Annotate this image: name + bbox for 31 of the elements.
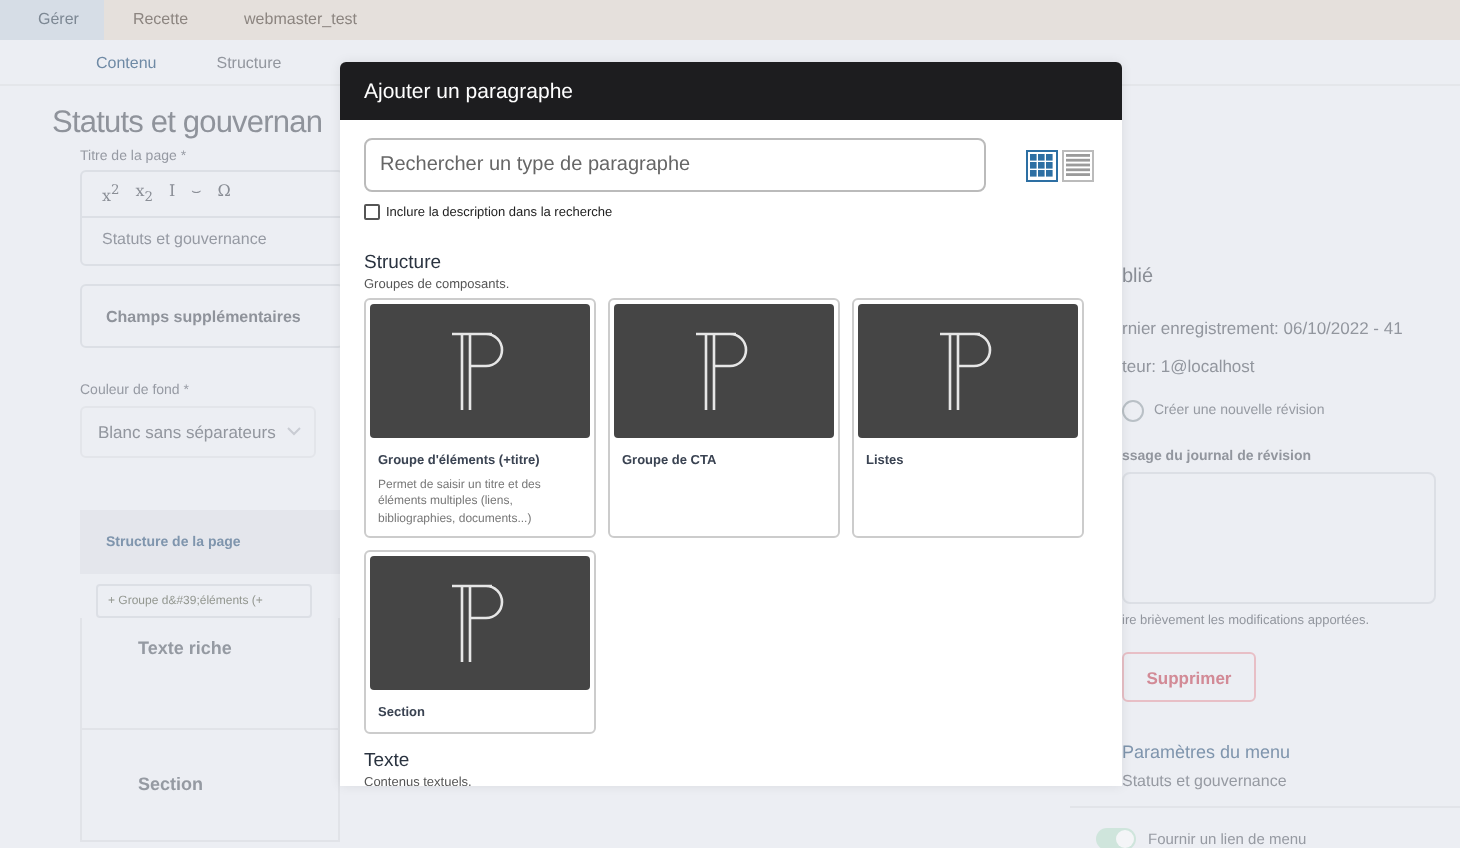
item-title: Section [138,774,204,794]
nav-tab[interactable]: Contenu [96,53,157,71]
chevron-icon [285,426,302,438]
color-select[interactable]: Blanc sans séparateurs [80,406,316,458]
page-title: Statuts et gouvernan [52,106,323,142]
grid-view-icon[interactable] [1026,149,1058,181]
format-button[interactable]: x$_{2}$ [135,182,154,206]
dialog-title: Ajouter un paragraphe [364,79,573,103]
group-title: Texte [364,750,412,773]
top-menu-item[interactable]: Recette [104,0,217,40]
delete-button[interactable]: Supprimer [1122,652,1256,702]
status-text: blié [1122,266,1154,288]
panel-title: Champs supplémentaires [106,307,301,325]
nav-tab[interactable]: Structure [216,53,282,71]
search-field[interactable]: Rechercher un type de paragraphe [364,138,986,192]
format-button[interactable]: ⌣ [191,182,202,206]
toggle-switch[interactable] [1096,828,1136,848]
list-view-icon[interactable] [1062,149,1094,181]
meta-text: rnier enregistrement: 06/10/2022 - 41 [1122,316,1403,342]
top-menu-item[interactable]: webmaster_test [216,0,385,40]
format-button[interactable]: Ω [217,182,231,206]
format-button[interactable]: I [169,182,176,206]
section-subtitle: Statuts et gouvernance [1122,772,1287,790]
checkbox[interactable] [364,204,380,220]
field-value: Statuts et gouvernance [100,227,269,252]
meta-text: teur: 1@localhost [1122,354,1255,380]
item-title: Texte riche [138,638,232,658]
group-title: Structure [364,252,444,274]
format-button[interactable]: x$^{2}$ [102,182,120,206]
top-menu-item[interactable]: Gérer [0,0,105,40]
section-title[interactable]: Paramètres du menu [1122,742,1291,762]
